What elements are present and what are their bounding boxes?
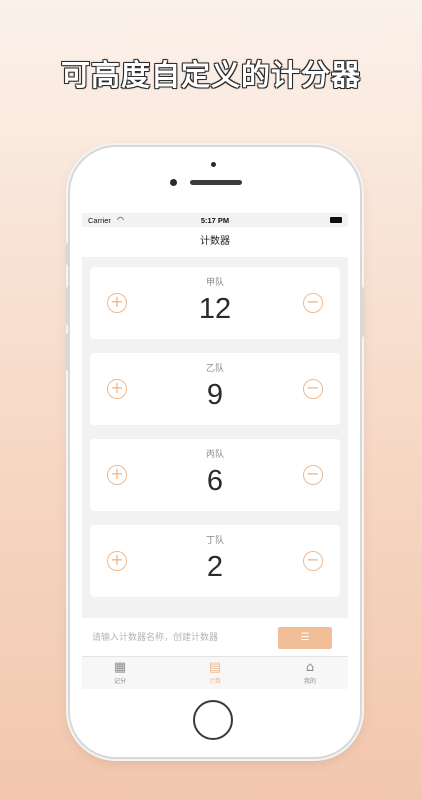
- status-bar: Carrier ◠ 5:17 PM: [82, 213, 348, 227]
- front-camera: [170, 179, 177, 186]
- app-screen: Carrier ◠ 5:17 PM 计数器 + 甲队 12 − + 乙队 9 −…: [82, 213, 348, 689]
- tab-counter[interactable]: ▤ 计数: [185, 660, 245, 685]
- create-counter-button[interactable]: ☰: [278, 627, 332, 649]
- mute-switch: [66, 243, 70, 265]
- counter-card: + 乙队 9 −: [90, 353, 340, 425]
- counter-value: 9: [206, 379, 224, 411]
- decrement-button[interactable]: −: [303, 551, 323, 571]
- phone-frame: Carrier ◠ 5:17 PM 计数器 + 甲队 12 − + 乙队 9 −…: [66, 147, 364, 757]
- create-counter-bar: ☰: [82, 618, 348, 656]
- counter-name: 甲队: [205, 278, 224, 288]
- clock: 5:17 PM: [200, 216, 230, 225]
- proximity-sensor: [211, 162, 216, 167]
- counter-name: 丙队: [205, 450, 224, 460]
- counter-value: 12: [198, 293, 232, 325]
- list-icon: ☰: [300, 632, 310, 643]
- counter-icon: ▤: [208, 660, 222, 675]
- tab-label: 我的: [303, 678, 316, 685]
- tab-mine[interactable]: ⌂ 我的: [280, 660, 340, 685]
- tab-label: 记分: [113, 678, 126, 685]
- calendar-icon: ▦: [113, 660, 127, 675]
- nav-title: 计数器: [82, 227, 348, 257]
- tab-label: 计数: [208, 678, 221, 685]
- promo-headline: 可高度自定义的计分器: [60, 58, 361, 92]
- counter-card: + 丙队 6 −: [90, 439, 340, 511]
- counter-value: 6: [206, 465, 224, 497]
- decrement-button[interactable]: −: [303, 293, 323, 313]
- earpiece-speaker: [190, 180, 242, 185]
- tab-bar: ▦ 记分 ▤ 计数 ⌂ 我的: [82, 656, 348, 689]
- tab-score[interactable]: ▦ 记分: [90, 660, 150, 685]
- power-button: [360, 287, 364, 337]
- decrement-button[interactable]: −: [303, 379, 323, 399]
- volume-up-button: [66, 287, 70, 325]
- home-icon: ⌂: [305, 660, 315, 675]
- counter-name-input[interactable]: [90, 628, 274, 648]
- home-button[interactable]: [193, 700, 233, 740]
- counter-value: 2: [206, 551, 224, 583]
- battery-icon: [330, 217, 342, 223]
- volume-down-button: [66, 333, 70, 371]
- counter-name: 丁队: [205, 536, 224, 546]
- counter-card: + 丁队 2 −: [90, 525, 340, 597]
- counter-card: + 甲队 12 −: [90, 267, 340, 339]
- counter-name: 乙队: [205, 364, 224, 374]
- decrement-button[interactable]: −: [303, 465, 323, 485]
